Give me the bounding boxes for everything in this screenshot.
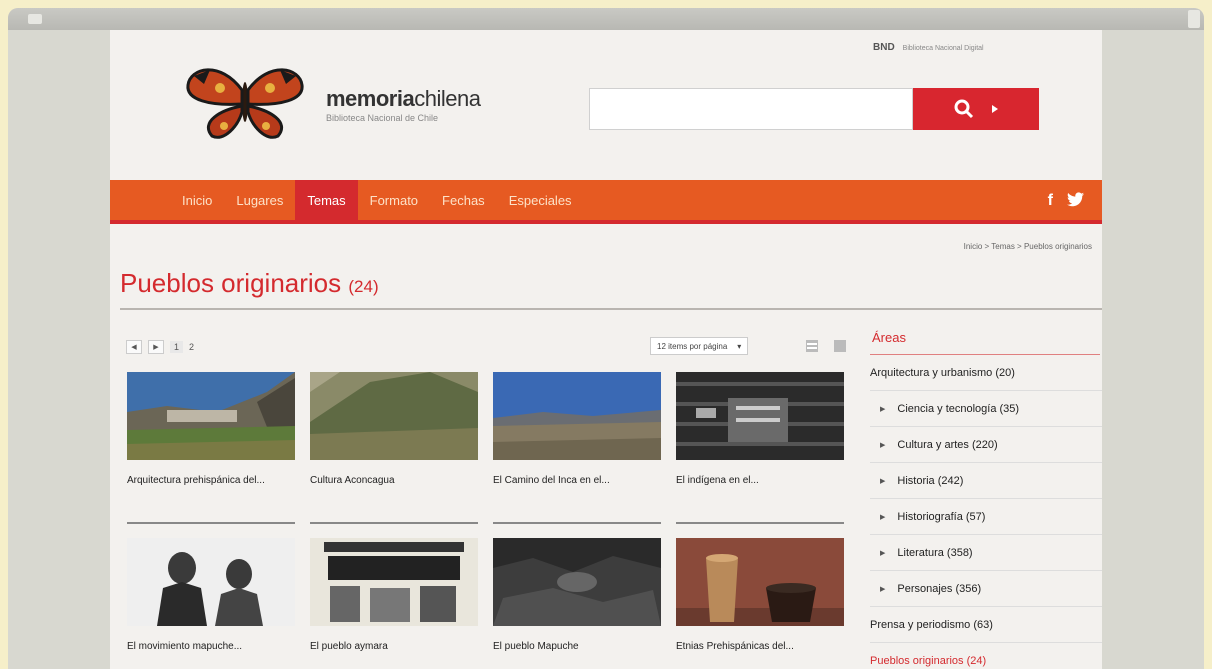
list-view-icon[interactable]: [806, 340, 818, 352]
area-item[interactable]: ▶ Personajes (356): [870, 571, 1102, 607]
caret-right-icon: ▶: [880, 441, 886, 449]
result-card[interactable]: Arquitectura prehispánica del...: [127, 372, 295, 487]
card-title[interactable]: Etnias Prehispánicas del...: [676, 641, 844, 653]
browser-toolbar: [8, 8, 1204, 30]
browser-frame: BND Biblioteca Nacional Digital memoriach…: [8, 8, 1204, 669]
card-title[interactable]: El pueblo aymara: [310, 641, 478, 653]
card-thumbnail: [676, 372, 844, 460]
result-card[interactable]: El pueblo aymara: [310, 538, 478, 653]
social-links: f: [1048, 192, 1084, 210]
card-thumbnail: [493, 538, 661, 626]
result-card[interactable]: El indígena en el...: [676, 372, 844, 487]
card-title[interactable]: Arquitectura prehispánica del...: [127, 475, 295, 487]
card-title[interactable]: El indígena en el...: [676, 475, 844, 487]
card-title[interactable]: El pueblo Mapuche: [493, 641, 661, 653]
brand-subtitle: Biblioteca Nacional de Chile: [326, 113, 439, 123]
brand[interactable]: memoriachilena Biblioteca Nacional de Ch…: [326, 86, 481, 123]
nav-item-lugares[interactable]: Lugares: [224, 180, 295, 220]
bnd-link[interactable]: BND Biblioteca Nacional Digital: [873, 42, 984, 53]
prev-page-button[interactable]: ◀: [126, 340, 142, 354]
bnd-sub: Biblioteca Nacional Digital: [902, 45, 984, 52]
page-title-text: Pueblos originarios: [120, 268, 342, 298]
area-item-label: Literatura (358): [897, 546, 973, 559]
brand-name: memoriachilena: [326, 86, 481, 112]
area-item-label: Personajes (356): [897, 582, 982, 595]
butterfly-logo-icon[interactable]: [180, 60, 310, 140]
search-button[interactable]: [913, 88, 1039, 130]
page-title-count: (24): [348, 277, 379, 296]
area-item-label: Arquitectura y urbanismo (20): [870, 366, 1015, 379]
caret-right-icon: ▶: [880, 549, 886, 557]
scrollbar-handle[interactable]: [1188, 10, 1200, 28]
chevron-right-icon: [992, 105, 998, 113]
grid-view-icon[interactable]: [834, 340, 846, 352]
result-card[interactable]: Cultura Aconcagua: [310, 372, 478, 487]
chevron-down-icon: ▾: [737, 341, 742, 351]
next-page-button[interactable]: ▶: [148, 340, 164, 354]
areas-title: Áreas: [872, 330, 906, 345]
nav-item-especiales[interactable]: Especiales: [497, 180, 584, 220]
search-input[interactable]: [589, 88, 913, 130]
nav-item-inicio[interactable]: Inicio: [170, 180, 224, 220]
area-item-label: Ciencia y tecnología (35): [897, 402, 1020, 415]
card-divider: [493, 522, 661, 524]
main-nav: Inicio Lugares Temas Formato Fechas Espe…: [110, 180, 1102, 224]
result-card[interactable]: El movimiento mapuche...: [127, 538, 295, 653]
result-card[interactable]: El pueblo Mapuche: [493, 538, 661, 653]
brand-rest: chilena: [414, 86, 481, 111]
twitter-icon[interactable]: [1067, 192, 1084, 207]
area-item[interactable]: ▶ Historia (242): [870, 463, 1102, 499]
card-thumbnail: [493, 372, 661, 460]
areas-sidebar: Áreas Arquitectura y urbanismo (20) ▶ Cie…: [870, 330, 1102, 669]
items-per-page-label: 12 items por página: [657, 341, 728, 351]
title-divider: [120, 308, 1102, 310]
items-per-page-select[interactable]: 12 items por página ▾: [650, 337, 749, 355]
card-thumbnail: [127, 538, 295, 626]
area-item[interactable]: Prensa y periodismo (63): [870, 607, 1102, 643]
bnd-label: BND: [873, 42, 895, 53]
card-thumbnail: [310, 372, 478, 460]
area-item-label: Historiografía (57): [897, 510, 986, 523]
card-thumbnail: [127, 372, 295, 460]
area-item-label: Pueblos originarios (24): [870, 654, 987, 667]
search-icon: [954, 99, 974, 119]
card-thumbnail: [676, 538, 844, 626]
caret-right-icon: ▶: [880, 405, 886, 413]
page-1-link[interactable]: 1: [170, 341, 184, 353]
area-item-label: Prensa y periodismo (63): [870, 618, 993, 631]
card-title[interactable]: Cultura Aconcagua: [310, 475, 478, 487]
page-2-link[interactable]: 2: [189, 342, 194, 352]
area-item[interactable]: ▶ Cultura y artes (220): [870, 427, 1102, 463]
breadcrumb[interactable]: Inicio > Temas > Pueblos originarios: [964, 242, 1092, 251]
search-box: [589, 88, 1039, 130]
card-title[interactable]: El movimiento mapuche...: [127, 641, 295, 653]
page-title: Pueblos originarios (24): [120, 268, 379, 299]
caret-right-icon: ▶: [880, 477, 886, 485]
area-item[interactable]: ▶ Historiografía (57): [870, 499, 1102, 535]
area-item-label: Historia (242): [897, 474, 964, 487]
card-title[interactable]: El Camino del Inca en el...: [493, 475, 661, 487]
nav-item-fechas[interactable]: Fechas: [430, 180, 497, 220]
caret-right-icon: ▶: [880, 585, 886, 593]
brand-bold: memoria: [326, 86, 415, 111]
window-control-icon[interactable]: [28, 14, 42, 24]
card-divider: [127, 522, 295, 524]
card-divider: [676, 522, 844, 524]
area-item[interactable]: ▶ Ciencia y tecnología (35): [870, 391, 1102, 427]
nav-item-formato[interactable]: Formato: [358, 180, 430, 220]
result-card[interactable]: Etnias Prehispánicas del...: [676, 538, 844, 653]
area-item-selected[interactable]: Pueblos originarios (24): [870, 643, 1102, 669]
result-card[interactable]: El Camino del Inca en el...: [493, 372, 661, 487]
web-page: BND Biblioteca Nacional Digital memoriach…: [110, 30, 1102, 669]
area-item[interactable]: Arquitectura y urbanismo (20): [870, 355, 1102, 391]
caret-right-icon: ▶: [880, 513, 886, 521]
area-item-label: Cultura y artes (220): [897, 438, 998, 451]
facebook-icon[interactable]: f: [1048, 192, 1053, 210]
nav-item-temas[interactable]: Temas: [295, 180, 358, 220]
card-divider: [310, 522, 478, 524]
area-item[interactable]: ▶ Literatura (358): [870, 535, 1102, 571]
card-thumbnail: [310, 538, 478, 626]
pagination: ◀ ▶ 1 2: [126, 340, 194, 354]
